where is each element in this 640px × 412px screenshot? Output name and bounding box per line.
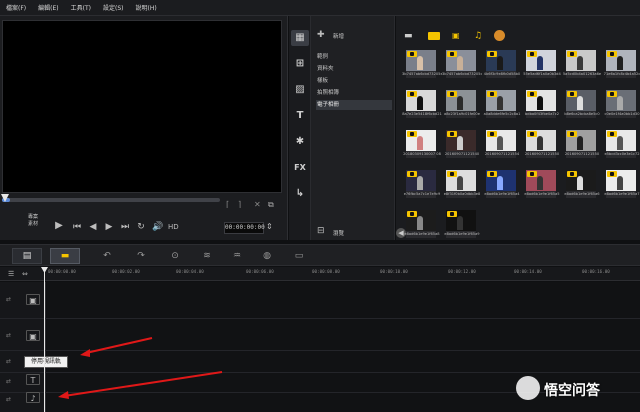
arrow-head-lower [58, 391, 69, 399]
annotation-arrows [58, 337, 223, 399]
watermark-text: 悟空问答 [544, 383, 600, 399]
wukong-logo-icon [516, 376, 540, 400]
arrow-line-upper [85, 337, 153, 354]
arrow-line-lower [63, 371, 223, 397]
arrow-head-upper [80, 349, 90, 357]
